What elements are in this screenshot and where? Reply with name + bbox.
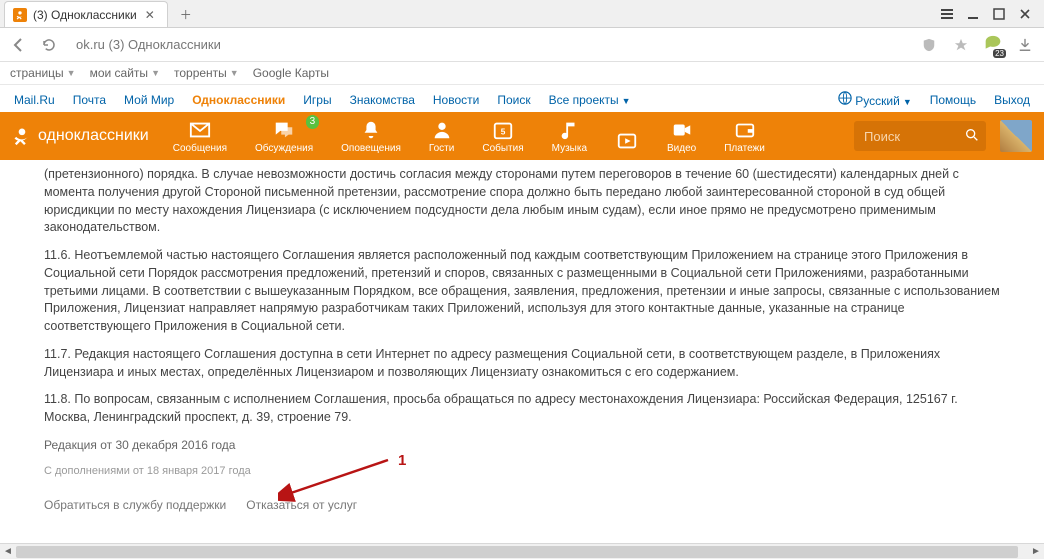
video-icon: [670, 119, 694, 141]
play-icon: [615, 130, 639, 152]
bookmarks-bar: страницы▼ мои сайты▼ торренты▼ Google Ка…: [0, 62, 1044, 85]
scroll-right-icon[interactable]: ►: [1028, 545, 1044, 559]
tab-title: (3) Одноклассники: [33, 8, 137, 22]
agreement-paragraph: 11.8. По вопросам, связанным с исполнени…: [44, 391, 1000, 427]
search-box[interactable]: [854, 121, 986, 151]
bookmark-item[interactable]: Google Карты: [253, 66, 329, 80]
ok-favicon: [13, 8, 27, 22]
ok-nav: одноклассники Сообщения 3 Обсуждения Опо…: [0, 112, 1044, 160]
amendment-date: С дополнениями от 18 января 2017 года: [44, 464, 1000, 480]
close-tab-icon[interactable]: ✕: [143, 8, 157, 22]
mailru-bar: Mail.Ru Почта Мой Мир Одноклассники Игры…: [0, 85, 1044, 112]
ok-logo-text: одноклассники: [38, 127, 149, 145]
agreement-paragraph: 11.7. Редакция настоящего Соглашения дос…: [44, 346, 1000, 382]
horizontal-scrollbar[interactable]: ◄ ►: [0, 543, 1044, 559]
nav-label: Видео: [667, 143, 696, 154]
nav-label: Платежи: [724, 143, 765, 154]
browser-toolbar: ok.ru (3) Одноклассники 23: [0, 28, 1044, 62]
nav-guests[interactable]: Гости: [429, 119, 454, 154]
search-input[interactable]: [864, 129, 954, 144]
logout-link[interactable]: Выход: [994, 93, 1030, 107]
nav-label: Сообщения: [173, 143, 227, 154]
help-link[interactable]: Помощь: [930, 93, 976, 107]
nav-payments[interactable]: Платежи: [724, 119, 765, 154]
chat-icon: [272, 119, 296, 141]
calendar-icon: 5: [491, 119, 515, 141]
reload-button[interactable]: [38, 34, 60, 56]
back-button[interactable]: [8, 34, 30, 56]
shield-icon[interactable]: [918, 34, 940, 56]
nav-label: Музыка: [552, 143, 587, 154]
menu-icon[interactable]: [938, 5, 956, 23]
window-controls: [928, 0, 1044, 28]
scroll-left-icon[interactable]: ◄: [0, 545, 16, 559]
mailru-link[interactable]: Новости: [433, 93, 479, 107]
mailru-link-active[interactable]: Одноклассники: [192, 93, 285, 107]
nav-video[interactable]: Видео: [667, 119, 696, 154]
new-tab-button[interactable]: ＋: [172, 1, 200, 27]
wallet-icon: [733, 119, 757, 141]
tab-strip: (3) Одноклассники ✕ ＋: [0, 0, 1044, 28]
ok-logo[interactable]: одноклассники: [12, 126, 149, 146]
mailru-link[interactable]: Мой Мир: [124, 93, 174, 107]
mailru-link[interactable]: Mail.Ru: [14, 93, 55, 107]
optout-link[interactable]: Отказаться от услуг: [246, 497, 357, 514]
mailru-link[interactable]: Все проекты▼: [549, 93, 631, 107]
star-icon[interactable]: [950, 34, 972, 56]
nav-label: События: [482, 143, 523, 154]
badge: 3: [306, 115, 320, 129]
browser-tab[interactable]: (3) Одноклассники ✕: [4, 1, 168, 27]
nav-messages[interactable]: Сообщения: [173, 119, 227, 154]
note-icon: [557, 119, 581, 141]
nav-music[interactable]: Музыка: [552, 119, 587, 154]
agreement-paragraph: 11.6. Неотъемлемой частью настоящего Сог…: [44, 247, 1000, 336]
mailru-link[interactable]: Игры: [303, 93, 331, 107]
mailru-link[interactable]: Почта: [73, 93, 106, 107]
nav-label: Гости: [429, 143, 454, 154]
url-bar[interactable]: ok.ru (3) Одноклассники: [68, 33, 910, 57]
extension-icon[interactable]: 23: [982, 34, 1004, 56]
mailru-link[interactable]: Поиск: [497, 93, 530, 107]
globe-icon: [838, 91, 852, 105]
agreement-paragraph: (претензионного) порядка. В случае невоз…: [44, 166, 1000, 237]
person-icon: [430, 119, 454, 141]
ok-logo-icon: [12, 126, 32, 146]
nav-notifications[interactable]: Оповещения: [341, 119, 401, 154]
mailru-link[interactable]: Знакомства: [350, 93, 415, 107]
search-icon[interactable]: [964, 127, 980, 146]
nav-label: Оповещения: [341, 143, 401, 154]
scroll-track[interactable]: [16, 546, 1028, 558]
avatar[interactable]: [1000, 120, 1032, 152]
scroll-thumb[interactable]: [16, 546, 1018, 558]
download-icon[interactable]: [1014, 34, 1036, 56]
nav-discussions[interactable]: 3 Обсуждения: [255, 119, 313, 154]
support-link[interactable]: Обратиться в службу поддержки: [44, 497, 226, 514]
mail-icon: [188, 119, 212, 141]
language-switch[interactable]: Русский▼: [838, 91, 912, 108]
minimize-icon[interactable]: [964, 5, 982, 23]
nav-label: Обсуждения: [255, 143, 313, 154]
agreement-content: (претензионного) порядка. В случае невоз…: [0, 160, 1044, 514]
nav-play[interactable]: [615, 130, 639, 154]
svg-text:5: 5: [501, 127, 506, 136]
bookmark-item[interactable]: страницы▼: [10, 66, 76, 80]
maximize-icon[interactable]: [990, 5, 1008, 23]
bookmark-item[interactable]: мои сайты▼: [90, 66, 160, 80]
revision-date: Редакция от 30 декабря 2016 года: [44, 437, 1000, 454]
nav-events[interactable]: 5 События: [482, 119, 523, 154]
close-window-icon[interactable]: [1016, 5, 1034, 23]
bell-icon: [359, 119, 383, 141]
url-text: ok.ru (3) Одноклассники: [76, 37, 221, 52]
bookmark-item[interactable]: торренты▼: [174, 66, 239, 80]
